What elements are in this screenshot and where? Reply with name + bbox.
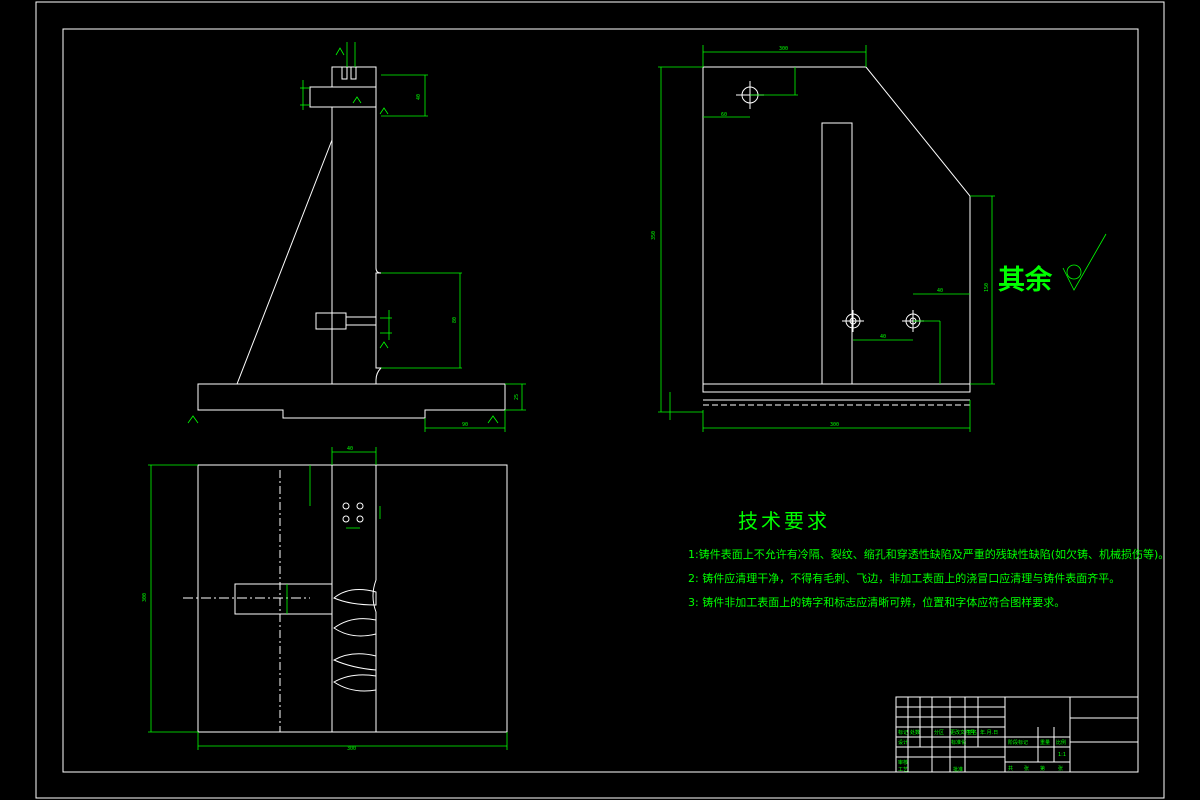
tb-scale-label: 比例 bbox=[1056, 740, 1067, 746]
tb-weight: 重量 bbox=[1040, 740, 1051, 746]
svg-text:300: 300 bbox=[830, 422, 839, 428]
tb-sheet-unit-2: 张 bbox=[1058, 766, 1064, 772]
tb-zone: 分区 bbox=[934, 730, 945, 736]
tb-scale-value: 1:1 bbox=[1058, 752, 1067, 758]
tech-requirement-1: 1:铸件表面上不允许有冷隔、裂纹、缩孔和穿透性缺陷及严重的残缺性缺陷(如欠铸、机… bbox=[688, 548, 1170, 561]
svg-text:350: 350 bbox=[651, 231, 657, 240]
svg-text:150: 150 bbox=[984, 283, 990, 292]
svg-text:300: 300 bbox=[779, 46, 788, 52]
svg-text:40: 40 bbox=[347, 446, 353, 452]
tb-mark: 标记 bbox=[898, 730, 909, 736]
tb-sheet-total: 共 bbox=[1008, 766, 1014, 772]
inner-frame bbox=[62, 28, 1139, 773]
tech-requirements-title: 技术要求 bbox=[738, 509, 830, 533]
tb-approve: 批准 bbox=[953, 767, 964, 773]
tb-stage-mark: 阶段标记 bbox=[1008, 740, 1029, 746]
svg-text:60: 60 bbox=[721, 112, 727, 118]
tb-design: 设计 bbox=[898, 740, 909, 746]
tb-date: 年.月.日 bbox=[980, 730, 999, 736]
tb-count: 处数 bbox=[910, 730, 921, 736]
svg-text:40: 40 bbox=[416, 94, 422, 100]
svg-text:40: 40 bbox=[937, 288, 943, 294]
plan-view bbox=[148, 447, 508, 750]
side-view bbox=[658, 45, 1107, 432]
svg-text:25: 25 bbox=[514, 394, 520, 400]
tb-review: 审核 bbox=[898, 760, 909, 766]
outer-frame bbox=[35, 1, 1165, 799]
tb-sign: 签名 bbox=[967, 730, 978, 736]
svg-text:80: 80 bbox=[452, 317, 458, 323]
front-section-view bbox=[187, 42, 526, 432]
tb-sheet-unit: 张 bbox=[1024, 766, 1030, 772]
tb-process: 工艺 bbox=[898, 767, 909, 773]
cad-drawing-canvas: 300 350 300 150 300 300 40 40 80 25 90 6… bbox=[35, 1, 1165, 799]
svg-text:40: 40 bbox=[880, 334, 886, 340]
tb-sheet-no: 第 bbox=[1040, 766, 1046, 772]
dimension-values: 300 350 300 150 300 300 40 40 80 25 90 6… bbox=[142, 46, 990, 752]
tb-standardization: 标准化 bbox=[951, 740, 967, 746]
svg-text:300: 300 bbox=[347, 746, 356, 752]
tech-requirement-2: 2: 铸件应清理干净，不得有毛刺、飞边，非加工表面上的浇冒口应清理与铸件表面齐平… bbox=[688, 572, 1121, 585]
tech-requirement-3: 3: 铸件非加工表面上的铸字和标志应清晰可辨，位置和字体应符合图样要求。 bbox=[688, 596, 1066, 609]
svg-text:90: 90 bbox=[462, 422, 468, 428]
surface-finish-note: 其余 bbox=[998, 265, 1052, 296]
svg-text:300: 300 bbox=[142, 593, 148, 602]
